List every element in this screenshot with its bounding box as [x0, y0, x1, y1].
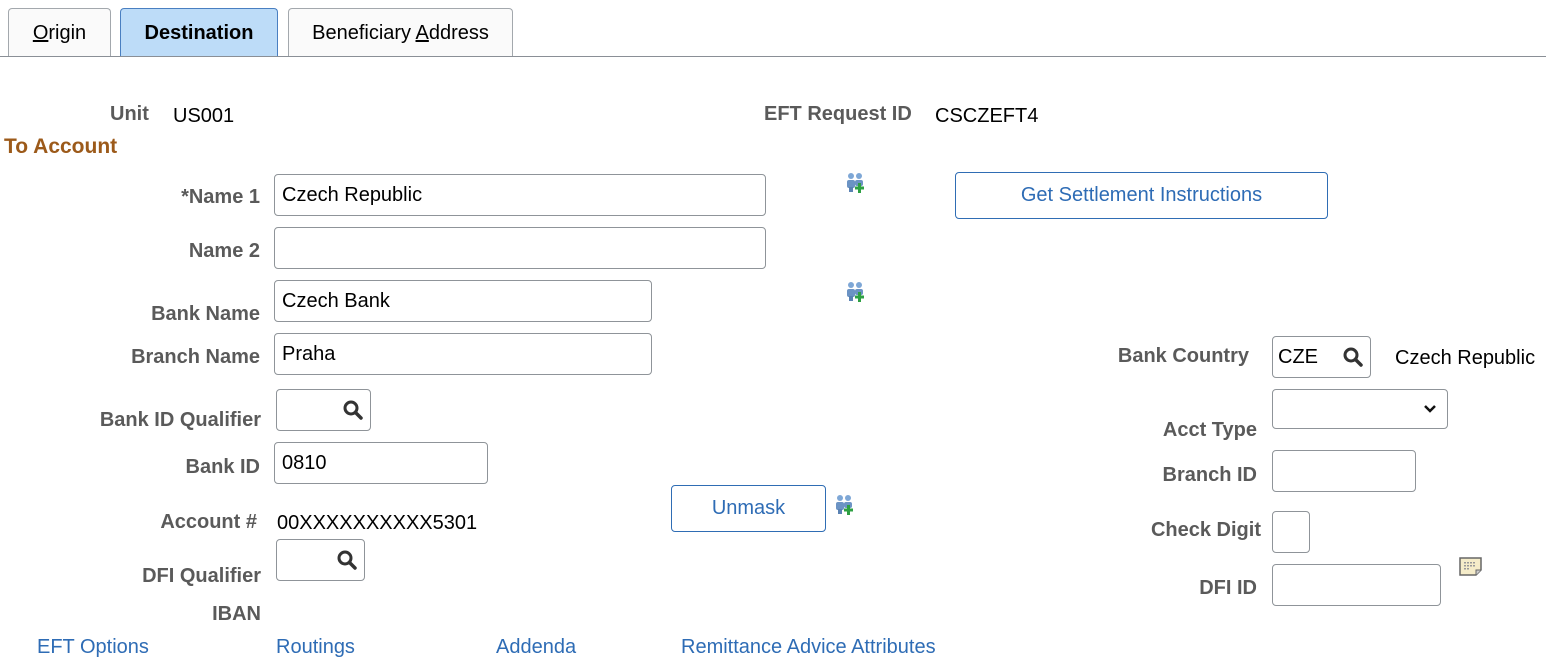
link-remittance-advice-attributes[interactable]: Remittance Advice Attributes: [681, 636, 936, 659]
magnifier-icon[interactable]: [1342, 346, 1364, 368]
eft-request-id-label: EFT Request ID: [764, 103, 912, 125]
note-icon[interactable]: [1459, 557, 1483, 577]
bank-id-label: Bank ID: [185, 456, 260, 478]
name2-label: Name 2: [188, 240, 260, 262]
chevron-down-icon: [1424, 405, 1436, 413]
branch-name-label: Branch Name: [131, 346, 260, 368]
link-routings[interactable]: Routings: [276, 636, 355, 659]
check-digit-label: Check Digit: [1150, 519, 1261, 541]
dfi-qualifier-lookup[interactable]: [276, 539, 365, 581]
name1-label: *Name 1: [181, 186, 260, 208]
get-settlement-instructions-button[interactable]: Get Settlement Instructions: [955, 172, 1328, 219]
unit-label: Unit: [110, 103, 149, 125]
bank-id-qualifier-lookup[interactable]: [276, 389, 371, 431]
magnifier-icon[interactable]: [342, 399, 364, 421]
branch-id-label: Branch ID: [1162, 464, 1257, 486]
eft-request-id-value: CSCZEFT4: [935, 105, 1039, 127]
name1-input[interactable]: [274, 174, 766, 216]
tab-origin[interactable]: Origin: [8, 8, 111, 57]
tab-divider: [0, 56, 1546, 57]
section-title: To Account: [4, 135, 118, 158]
bank-name-input[interactable]: [274, 280, 652, 322]
name2-input[interactable]: [274, 227, 766, 269]
account-number-value: 00XXXXXXXXXX5301: [277, 512, 478, 534]
bank-id-input[interactable]: [274, 442, 488, 484]
people-add-icon[interactable]: [845, 172, 867, 194]
bank-country-value: CZE: [1278, 345, 1318, 368]
check-digit-input[interactable]: [1272, 511, 1310, 553]
tab-beneficiary-address-label: Beneficiary Address: [312, 21, 489, 44]
link-addenda[interactable]: Addenda: [496, 636, 576, 659]
magnifier-icon[interactable]: [336, 549, 358, 571]
tab-destination-label: Destination: [144, 21, 254, 44]
dfi-id-input[interactable]: [1272, 564, 1441, 606]
acct-type-label: Acct Type: [1162, 419, 1257, 441]
bank-name-label: Bank Name: [151, 303, 260, 325]
branch-id-input[interactable]: [1272, 450, 1416, 492]
people-add-icon[interactable]: [834, 494, 856, 516]
dfi-qualifier-label: DFI Qualifier: [142, 565, 261, 587]
bank-country-lookup[interactable]: CZE: [1272, 336, 1371, 378]
tab-destination[interactable]: Destination: [120, 8, 278, 57]
tab-origin-label: Origin: [32, 21, 87, 44]
bank-country-label: Bank Country: [1117, 345, 1249, 367]
iban-label: IBAN: [212, 603, 261, 625]
account-number-label: Account #: [160, 511, 257, 533]
people-add-icon[interactable]: [845, 281, 867, 303]
acct-type-select[interactable]: [1272, 389, 1448, 429]
unit-value: US001: [173, 105, 235, 127]
unmask-button[interactable]: Unmask: [671, 485, 826, 532]
branch-name-input[interactable]: [274, 333, 652, 375]
bank-id-qualifier-label: Bank ID Qualifier: [99, 409, 261, 431]
link-eft-options[interactable]: EFT Options: [37, 636, 149, 659]
tab-beneficiary-address[interactable]: Beneficiary Address: [288, 8, 513, 57]
bank-country-description: Czech Republic: [1395, 347, 1536, 369]
dfi-id-label: DFI ID: [1199, 577, 1257, 599]
